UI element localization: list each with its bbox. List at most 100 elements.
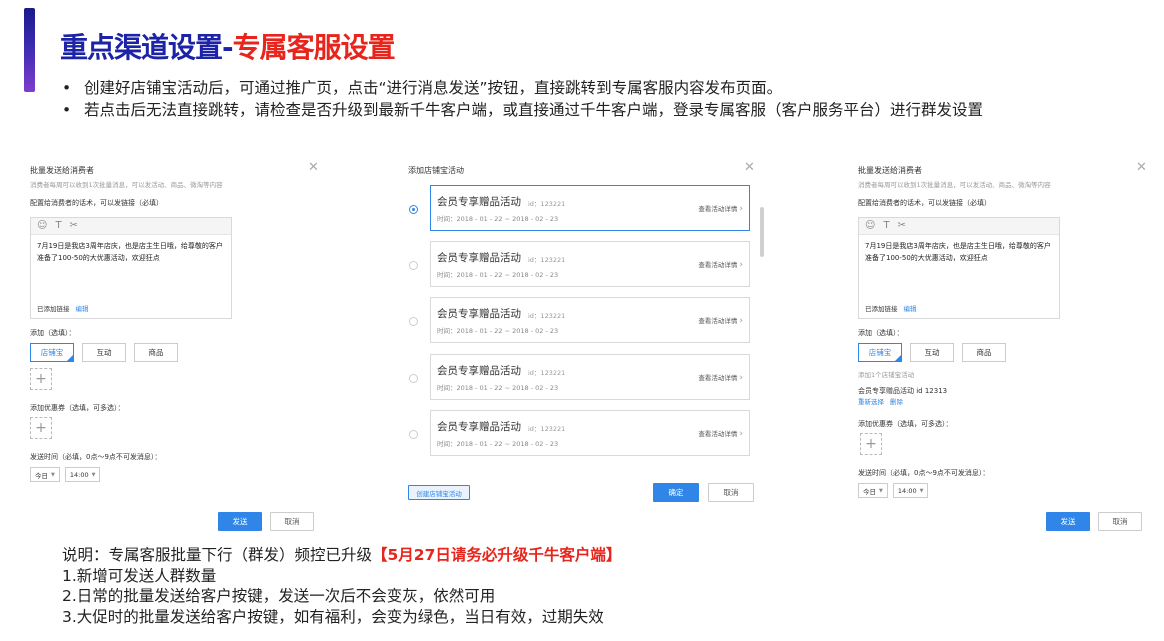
- activity-id: id：123221: [528, 312, 566, 320]
- caret-down-icon: ▼: [91, 471, 96, 478]
- add-label: 添加（选填）：: [30, 329, 76, 337]
- edit-link-button[interactable]: 编辑: [76, 305, 89, 313]
- emoji-icon[interactable]: ☺: [865, 221, 875, 231]
- view-detail-link[interactable]: 查看活动详情 ›: [698, 315, 743, 326]
- add-type-tabs: 店铺宝 互动 商品: [858, 343, 1006, 362]
- activity-radio[interactable]: [409, 261, 418, 270]
- time-select[interactable]: 14:00 ▼: [64, 467, 101, 482]
- picked-activity-name: 会员专享赠品活动 id 12313: [858, 387, 948, 395]
- date-select[interactable]: 今日 ▼: [858, 483, 888, 498]
- view-detail-link[interactable]: 查看活动详情 ›: [698, 259, 743, 270]
- notes-section: 说明：专属客服批量下行（群发）频控已升级【5月27日请务必升级千牛客户端】 1.…: [62, 545, 621, 627]
- send-time-selects: 今日 ▼ 14:00 ▼: [30, 467, 101, 482]
- cancel-button[interactable]: 取消: [708, 483, 754, 502]
- add-coupon-plus-button[interactable]: +: [860, 433, 882, 455]
- editor-footer: 已添加链接 编辑: [865, 303, 917, 313]
- activity-radio[interactable]: [409, 205, 418, 214]
- edit-link-button[interactable]: 编辑: [904, 305, 917, 313]
- activity-card[interactable]: 会员专享赠品活动 id：123221 时间：2018 - 01 - 22 ~ 2…: [430, 241, 750, 287]
- page-title: 重点渠道设置-专属客服设置: [60, 26, 396, 66]
- date-select[interactable]: 今日 ▼: [30, 467, 60, 482]
- activity-name: 会员专享赠品活动: [437, 421, 521, 433]
- text-format-icon[interactable]: T: [55, 221, 61, 231]
- editor-line: 准备了100-50的大优惠活动，欢迎狂点: [865, 254, 988, 262]
- time-select[interactable]: 14:00 ▼: [892, 483, 929, 498]
- add-item-plus-button[interactable]: +: [30, 368, 52, 390]
- send-time-selects: 今日 ▼ 14:00 ▼: [858, 483, 929, 498]
- editor-line: 准备了100-50的大优惠活动，欢迎狂点: [37, 254, 160, 262]
- send-time-label: 发送时间（必填，0点～9点不可发消息）：: [858, 469, 990, 477]
- send-button[interactable]: 发送: [218, 512, 262, 531]
- cancel-button[interactable]: 取消: [270, 512, 314, 531]
- activity-card[interactable]: 会员专享赠品活动 id：123221 时间：2018 - 01 - 22 ~ 2…: [430, 185, 750, 231]
- bullet-item: • 创建好店铺宝活动后，可通过推广页，点击“进行消息发送”按钮，直接跳转到专属客服…: [62, 77, 983, 99]
- bullet-dot: •: [62, 79, 72, 97]
- notes-item: 3.大促时的批量发送给客户按键，如有福利，会变为绿色，当日有效，过期失效: [62, 607, 604, 626]
- bullet-text: 创建好店铺宝活动后，可通过推广页，点击“进行消息发送”按钮，直接跳转到专属客服内…: [84, 79, 783, 97]
- dialog-title: 批量发送给消费者: [858, 166, 922, 175]
- view-detail-text: 查看活动详情: [698, 205, 738, 213]
- intro-bullets: • 创建好店铺宝活动后，可通过推广页，点击“进行消息发送”按钮，直接跳转到专属客服…: [62, 77, 983, 121]
- activity-id: id：123221: [528, 200, 566, 208]
- link-added-text: 已添加链接: [865, 305, 898, 313]
- message-editor[interactable]: ☺ T ✂ 7月19日是我店3周年店庆，也是店主生日哦，给尊敬的客户 准备了10…: [858, 217, 1060, 319]
- add-shop-promo-dialog: 添加店铺宝活动 ✕ 会员专享赠品活动 id：123221 时间：2018 - 0…: [398, 155, 766, 510]
- tab-shop-promo[interactable]: 店铺宝: [30, 343, 74, 362]
- emoji-icon[interactable]: ☺: [37, 221, 47, 231]
- editor-content[interactable]: 7月19日是我店3周年店庆，也是店主生日哦，给尊敬的客户 准备了100-50的大…: [865, 240, 1051, 264]
- link-icon[interactable]: ✂: [70, 221, 78, 231]
- tab-interaction[interactable]: 互动: [82, 343, 126, 362]
- activity-radio[interactable]: [409, 317, 418, 326]
- activity-card[interactable]: 会员专享赠品活动 id：123221 时间：2018 - 01 - 22 ~ 2…: [430, 410, 750, 456]
- activity-card[interactable]: 会员专享赠品活动 id：123221 时间：2018 - 01 - 22 ~ 2…: [430, 354, 750, 400]
- tab-shop-promo[interactable]: 店铺宝: [858, 343, 902, 362]
- bullet-text: 若点击后无法直接跳转，请检查是否升级到最新千牛客户端，或直接通过千牛客户端，登录…: [84, 101, 984, 119]
- activity-id: id：123221: [528, 425, 566, 433]
- activity-time: 时间：2018 - 01 - 22 ~ 2018 - 02 - 23: [437, 271, 559, 279]
- time-value: 14:00: [897, 486, 917, 495]
- date-value: 今日: [863, 487, 876, 496]
- cancel-button[interactable]: 取消: [1098, 512, 1142, 531]
- added-hint: 添加1个店铺宝活动: [858, 371, 915, 379]
- message-editor[interactable]: ☺ T ✂ 7月19日是我店3周年店庆，也是店主生日哦，给尊敬的客户 准备了10…: [30, 217, 232, 319]
- create-shop-promo-button[interactable]: 创建店铺宝活动: [408, 485, 470, 500]
- list-scrollbar[interactable]: [760, 207, 764, 257]
- dialog-title: 批量发送给消费者: [30, 166, 94, 175]
- add-type-tabs: 店铺宝 互动 商品: [30, 343, 178, 362]
- text-format-icon[interactable]: T: [883, 221, 889, 231]
- confirm-button[interactable]: 确定: [653, 483, 699, 502]
- link-icon[interactable]: ✂: [898, 221, 906, 231]
- bullet-item: • 若点击后无法直接跳转，请检查是否升级到最新千牛客户端，或直接通过千牛客户端，登…: [62, 99, 983, 121]
- add-coupon-plus-button[interactable]: +: [30, 417, 52, 439]
- send-button[interactable]: 发送: [1046, 512, 1090, 531]
- dialog-subtitle: 消费者每周可以收到1次批量消息，可以发活动、商品、微淘等内容: [30, 181, 223, 189]
- activity-radio[interactable]: [409, 374, 418, 383]
- tab-interaction[interactable]: 互动: [910, 343, 954, 362]
- editor-content[interactable]: 7月19日是我店3周年店庆，也是店主生日哦，给尊敬的客户 准备了100-50的大…: [37, 240, 223, 264]
- tab-product[interactable]: 商品: [134, 343, 178, 362]
- close-icon[interactable]: ✕: [744, 161, 755, 174]
- chevron-right-icon: ›: [739, 373, 743, 383]
- tab-product[interactable]: 商品: [962, 343, 1006, 362]
- time-value: 14:00: [69, 470, 89, 479]
- title-part-2: 专属客服设置: [232, 31, 396, 64]
- editor-footer: 已添加链接 编辑: [37, 303, 89, 313]
- activity-name: 会员专享赠品活动: [437, 196, 521, 208]
- close-icon[interactable]: ✕: [308, 161, 319, 174]
- activity-radio[interactable]: [409, 430, 418, 439]
- bullet-dot: •: [62, 101, 72, 119]
- view-detail-link[interactable]: 查看活动详情 ›: [698, 203, 743, 214]
- delete-button[interactable]: 删除: [890, 398, 903, 406]
- dialog-title: 添加店铺宝活动: [408, 166, 464, 175]
- view-detail-link[interactable]: 查看活动详情 ›: [698, 372, 743, 383]
- activity-card[interactable]: 会员专享赠品活动 id：123221 时间：2018 - 01 - 22 ~ 2…: [430, 297, 750, 343]
- view-detail-link[interactable]: 查看活动详情 ›: [698, 428, 743, 439]
- right-send-dialog: 批量发送给消费者 ✕ 消费者每周可以收到1次批量消息，可以发活动、商品、微淘等内…: [846, 155, 1158, 535]
- link-added-text: 已添加链接: [37, 305, 70, 313]
- editor-label: 配置给消费者的话术，可以发链接（必填）: [858, 199, 991, 207]
- add-label: 添加（选填）：: [858, 329, 904, 337]
- activity-time: 时间：2018 - 01 - 22 ~ 2018 - 02 - 23: [437, 215, 559, 223]
- close-icon[interactable]: ✕: [1136, 161, 1147, 174]
- accent-bar: [24, 8, 35, 92]
- reselect-button[interactable]: 重新选择: [858, 398, 884, 406]
